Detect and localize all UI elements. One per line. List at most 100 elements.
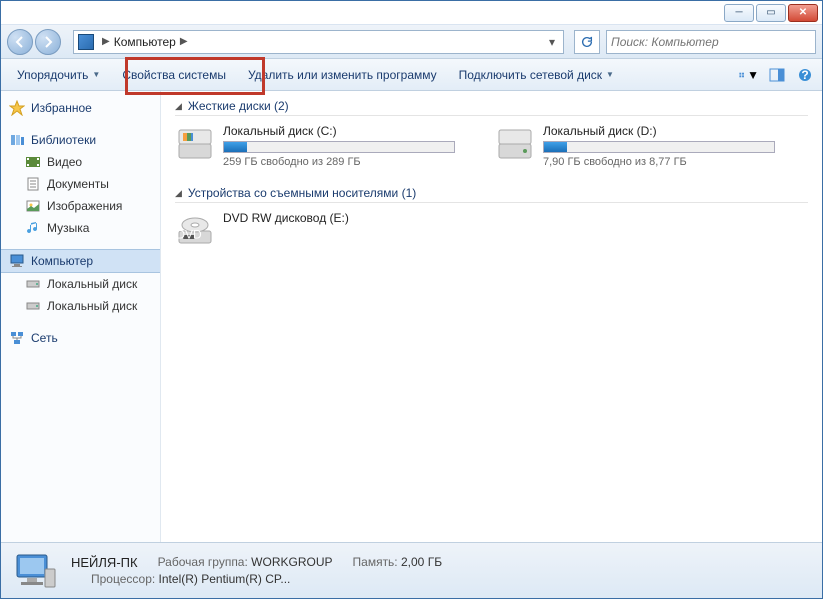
- address-dropdown[interactable]: ▾: [545, 35, 559, 49]
- sidebar-label: Компьютер: [31, 254, 93, 268]
- sidebar-local-disk-c[interactable]: Локальный диск: [1, 273, 160, 295]
- details-pane: НЕЙЛЯ-ПК Рабочая группа: WORKGROUP Памят…: [1, 542, 822, 598]
- chevron-down-icon: ▼: [92, 70, 100, 79]
- computer-name: НЕЙЛЯ-ПК: [71, 555, 138, 570]
- sidebar-label: Изображения: [47, 199, 122, 213]
- explorer-window: ─ ▭ ✕ ▶ Компьютер ▶ ▾ Упорядоч: [0, 0, 823, 599]
- drive-status: 259 ГБ свободно из 289 ГБ: [223, 156, 455, 168]
- uninstall-button[interactable]: Удалить или изменить программу: [238, 64, 447, 86]
- navbar: ▶ Компьютер ▶ ▾: [1, 25, 822, 59]
- category-title: Устройства со съемными носителями (1): [188, 186, 416, 200]
- capacity-bar: [223, 141, 455, 153]
- refresh-button[interactable]: [574, 30, 600, 54]
- collapse-icon: ◢: [175, 101, 182, 112]
- sidebar-video[interactable]: Видео: [1, 151, 160, 173]
- drive-icon: [25, 276, 41, 292]
- preview-icon: [769, 68, 785, 82]
- drive-e[interactable]: DVD DVD RW дисковод (E:): [175, 211, 455, 251]
- sidebar-label: Локальный диск: [47, 299, 137, 313]
- maximize-button[interactable]: ▭: [756, 4, 786, 22]
- documents-icon: [25, 176, 41, 192]
- sidebar-documents[interactable]: Документы: [1, 173, 160, 195]
- drive-label: DVD RW дисковод (E:): [223, 211, 455, 225]
- drive-status: 7,90 ГБ свободно из 8,77 ГБ: [543, 156, 775, 168]
- workgroup-label: Рабочая группа:: [158, 555, 248, 569]
- computer-icon: [78, 34, 94, 50]
- breadcrumb-computer[interactable]: Компьютер: [114, 35, 176, 49]
- hdd-icon: [495, 124, 535, 164]
- category-header-removable[interactable]: ◢ Устройства со съемными носителями (1): [175, 186, 808, 203]
- pictures-icon: [25, 198, 41, 214]
- toolbar-right: ▼ ?: [738, 64, 816, 86]
- drive-icon: [25, 298, 41, 314]
- nav-buttons: [7, 29, 63, 55]
- drive-d[interactable]: Локальный диск (D:) 7,90 ГБ свободно из …: [495, 124, 775, 168]
- forward-button[interactable]: [35, 29, 61, 55]
- sidebar-network[interactable]: Сеть: [1, 327, 160, 349]
- libraries-icon: [9, 132, 25, 148]
- help-button[interactable]: ?: [794, 64, 816, 86]
- cpu-label: Процессор:: [91, 572, 155, 586]
- computer-large-icon: [11, 551, 59, 591]
- sidebar: Избранное Библиотеки Видео Документы: [1, 91, 161, 542]
- category-header-hdd[interactable]: ◢ Жесткие диски (2): [175, 99, 808, 116]
- memory-value: 2,00 ГБ: [401, 555, 442, 569]
- sidebar-label: Видео: [47, 155, 82, 169]
- dvd-drive-icon: DVD: [175, 211, 215, 251]
- map-drive-button[interactable]: Подключить сетевой диск ▼: [449, 64, 624, 86]
- drive-c[interactable]: Локальный диск (C:) 259 ГБ свободно из 2…: [175, 124, 455, 168]
- sidebar-label: Локальный диск: [47, 277, 137, 291]
- category-hdd: ◢ Жесткие диски (2) Локальный диск (C:) …: [175, 99, 808, 168]
- sidebar-pictures[interactable]: Изображения: [1, 195, 160, 217]
- star-icon: [9, 100, 25, 116]
- video-icon: [25, 154, 41, 170]
- sidebar-favorites[interactable]: Избранное: [1, 97, 160, 119]
- properties-label: Свойства системы: [122, 68, 226, 82]
- sidebar-libraries[interactable]: Библиотеки: [1, 129, 160, 151]
- chevron-down-icon: ▼: [747, 68, 759, 82]
- sidebar-label: Библиотеки: [31, 133, 96, 147]
- sidebar-label: Документы: [47, 177, 109, 191]
- svg-text:DVD: DVD: [176, 228, 202, 242]
- computer-icon: [9, 253, 25, 269]
- organize-button[interactable]: Упорядочить ▼: [7, 64, 110, 86]
- arrow-right-icon: [40, 34, 56, 50]
- sidebar-music[interactable]: Музыка: [1, 217, 160, 239]
- search-input[interactable]: [611, 35, 811, 49]
- back-button[interactable]: [7, 29, 33, 55]
- category-removable: ◢ Устройства со съемными носителями (1) …: [175, 186, 808, 251]
- view-button[interactable]: ▼: [738, 64, 760, 86]
- titlebar: ─ ▭ ✕: [1, 1, 822, 25]
- music-icon: [25, 220, 41, 236]
- network-icon: [9, 330, 25, 346]
- memory-label: Память:: [353, 555, 398, 569]
- sidebar-label: Музыка: [47, 221, 89, 235]
- svg-text:?: ?: [801, 68, 808, 82]
- organize-label: Упорядочить: [17, 68, 88, 82]
- tiles-icon: [739, 68, 745, 82]
- uninstall-label: Удалить или изменить программу: [248, 68, 437, 82]
- address-bar[interactable]: ▶ Компьютер ▶ ▾: [73, 30, 564, 54]
- refresh-icon: [580, 35, 594, 49]
- sidebar-local-disk-d[interactable]: Локальный диск: [1, 295, 160, 317]
- preview-pane-button[interactable]: [766, 64, 788, 86]
- mapdrive-label: Подключить сетевой диск: [459, 68, 602, 82]
- collapse-icon: ◢: [175, 188, 182, 199]
- search-box[interactable]: [606, 30, 816, 54]
- capacity-bar: [543, 141, 775, 153]
- system-properties-button[interactable]: Свойства системы: [112, 64, 236, 86]
- close-button[interactable]: ✕: [788, 4, 818, 22]
- chevron-down-icon: ▼: [606, 70, 614, 79]
- category-title: Жесткие диски (2): [188, 99, 289, 113]
- sidebar-label: Сеть: [31, 331, 58, 345]
- arrow-left-icon: [12, 34, 28, 50]
- crumb-separator-icon: ▶: [98, 36, 114, 47]
- main-pane: ◢ Жесткие диски (2) Локальный диск (C:) …: [161, 91, 822, 542]
- minimize-button[interactable]: ─: [724, 4, 754, 22]
- hdd-icon: [175, 124, 215, 164]
- workgroup-value: WORKGROUP: [251, 555, 332, 569]
- body: Избранное Библиотеки Видео Документы: [1, 91, 822, 542]
- sidebar-computer[interactable]: Компьютер: [1, 249, 160, 273]
- help-icon: ?: [797, 67, 813, 83]
- crumb-separator-icon: ▶: [176, 36, 192, 47]
